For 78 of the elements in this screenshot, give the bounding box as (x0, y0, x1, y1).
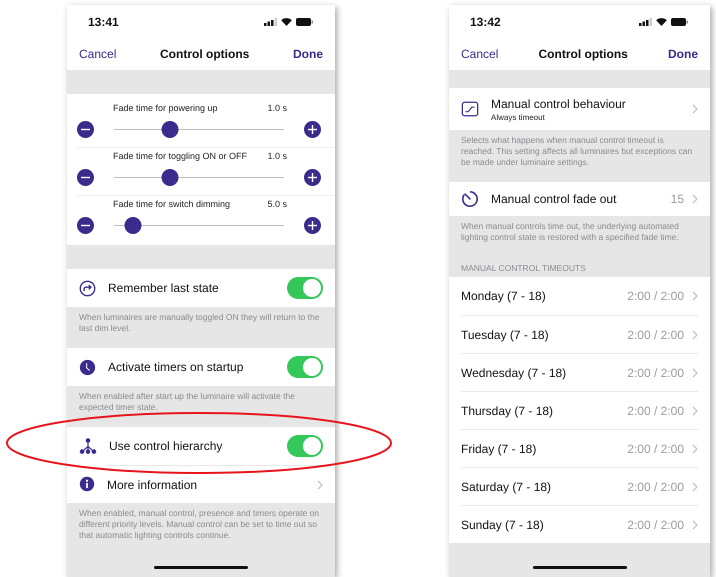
chevron-icon (317, 480, 323, 490)
decrease-button[interactable] (77, 217, 94, 234)
chevron-icon (692, 330, 698, 340)
plus-icon (308, 221, 317, 230)
row-value: 2:00 / 2:00 (627, 518, 684, 532)
hierarchy-icon (79, 438, 97, 454)
battery-icon (671, 18, 688, 26)
plus-icon (308, 125, 317, 134)
row-value: 2:00 / 2:00 (627, 328, 684, 342)
timer-icon (461, 190, 479, 208)
plus-icon (308, 173, 317, 182)
chevron-icon (692, 444, 698, 454)
clock-icon (79, 358, 96, 376)
chevron-icon (692, 520, 698, 530)
row-value: 15 (670, 192, 684, 206)
chevron-icon (692, 194, 698, 204)
chevron-icon (692, 368, 698, 378)
section-footer: When enabled, manual control, presence and timers operate on different priority levels. Manual control can be set to time out so that automatic lighting controls continue. (67, 503, 335, 555)
row-label: Friday (7 - 18) (461, 442, 538, 456)
chevron-icon (692, 291, 698, 301)
row-label: Monday (7 - 18) (461, 289, 547, 303)
row-label: Use control hierarchy (109, 439, 224, 453)
slider-thumb[interactable] (162, 120, 179, 138)
increase-button[interactable] (304, 217, 321, 234)
toggle-switch[interactable] (287, 356, 323, 378)
increase-button[interactable] (304, 169, 321, 186)
done-button[interactable]: Done (668, 47, 698, 61)
row-label: Thursday (7 - 18) (461, 404, 554, 418)
row-label: Tuesday (7 - 18) (461, 328, 550, 342)
chevron-icon (692, 104, 698, 114)
row-label: Saturday (7 - 18) (461, 480, 552, 494)
row-label: More information (107, 478, 198, 492)
slider-reading: 5.0 s (267, 199, 287, 209)
increase-button[interactable] (304, 121, 321, 138)
toggle-switch[interactable] (287, 435, 323, 457)
decrease-button[interactable] (77, 169, 94, 186)
section-footer: When luminaires are manually toggled ON they will return to the last dim level. (67, 307, 335, 348)
slider-reading: 1.0 s (267, 103, 287, 113)
info-icon (79, 476, 95, 492)
row-value: 2:00 / 2:00 (627, 480, 684, 494)
status-time: 13:42 (470, 14, 501, 28)
graph-box-icon (461, 100, 479, 118)
row-label: Wednesday (7 - 18) (461, 366, 568, 380)
section-footer: When manual controls time out, the underlying automated lighting control state is restored with a specified fade time. (449, 216, 710, 257)
row-label: Manual control fade out (491, 192, 618, 206)
status-time: 13:41 (88, 14, 119, 28)
slider-reading: 1.0 s (267, 151, 287, 161)
chevron-icon (692, 406, 698, 416)
row-label: Activate timers on startup (108, 360, 244, 374)
row-value: 2:00 / 2:00 (627, 366, 684, 380)
section-footer: When enabled after start up the luminaire will activate the expected timer state. (67, 386, 335, 427)
slider-label: Fade time for powering up (113, 103, 218, 113)
screen-title: Control options (160, 47, 250, 61)
row-label: Remember last state (108, 281, 220, 295)
battery-icon (296, 18, 313, 26)
wifi-icon (656, 18, 667, 26)
screen-title: Control options (538, 47, 628, 61)
slider-label: Fade time for switch dimming (113, 199, 230, 209)
slider-thumb[interactable] (162, 168, 179, 186)
signal-icon (639, 18, 652, 26)
row-value: 2:00 / 2:00 (627, 289, 684, 303)
slider-thumb[interactable] (124, 216, 142, 234)
toggle-switch[interactable] (287, 277, 323, 299)
row-label: Sunday (7 - 18) (461, 518, 545, 532)
cancel-button[interactable]: Cancel (461, 47, 498, 61)
decrease-button[interactable] (77, 121, 94, 138)
section-header: MANUAL CONTROL TIMEOUTS (460, 262, 587, 275)
section-footer: Selects what happens when manual control timeout is reached. This setting affects all luminaires but exceptions can be made under luminaire settings. (449, 130, 710, 182)
chevron-icon (692, 482, 698, 492)
row-label: Manual control behaviour (491, 96, 627, 110)
row-value: 2:00 / 2:00 (627, 404, 684, 418)
signal-icon (264, 18, 277, 26)
row-sublabel: Always timeout (491, 112, 546, 122)
wifi-icon (281, 18, 292, 26)
slider-label: Fade time for toggling ON or OFF (113, 151, 248, 161)
row-value: 2:00 / 2:00 (627, 442, 684, 456)
cancel-button[interactable]: Cancel (79, 47, 116, 61)
done-button[interactable]: Done (293, 47, 323, 61)
